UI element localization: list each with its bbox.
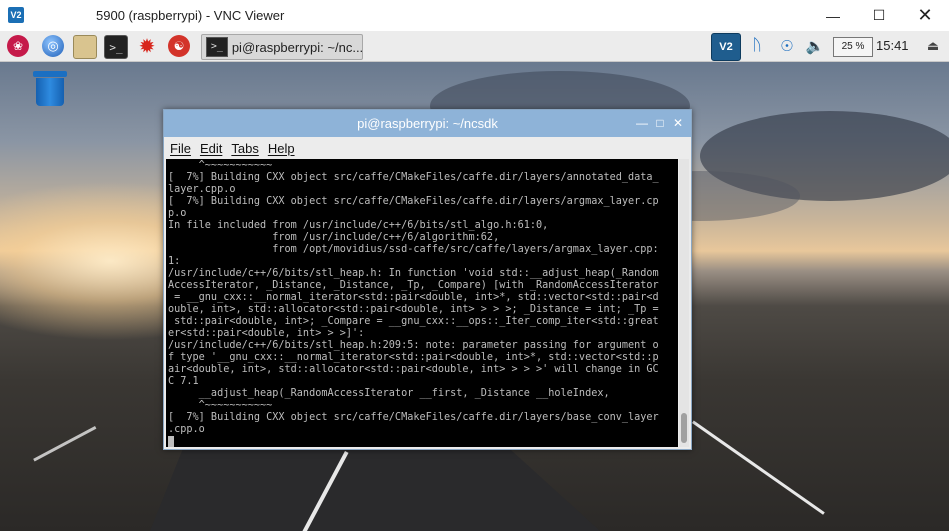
- terminal-line: .cpp.o: [168, 424, 205, 435]
- terminal-titlebar[interactable]: pi@raspberrypi: ~/ncsdk — □ ✕: [164, 110, 691, 137]
- close-icon[interactable]: ✕: [902, 0, 948, 31]
- taskbar: ❀ ◎ >_ ✹ ☯ >_ pi@raspberrypi: ~/nc... V2…: [0, 31, 949, 62]
- maximize-icon[interactable]: ☐: [856, 0, 902, 31]
- taskbar-task-terminal[interactable]: >_ pi@raspberrypi: ~/nc...: [201, 34, 363, 60]
- terminal-line: air<double, int>, std::allocator<std::pa…: [168, 364, 659, 375]
- wolfram-icon[interactable]: ☯: [168, 35, 190, 57]
- terminal-line: = __gnu_cxx::__normal_iterator<std::pair…: [168, 292, 659, 303]
- terminal-line: C 7.1: [168, 376, 199, 387]
- terminal-line: [ 7%] Building CXX object src/caffe/CMak…: [168, 412, 659, 423]
- terminal-line: /usr/include/c++/6/bits/stl_heap.h:209:5…: [168, 340, 659, 351]
- bluetooth-icon[interactable]: ᚢ: [746, 35, 768, 57]
- close-icon[interactable]: ✕: [670, 115, 686, 131]
- terminal-line: ^~~~~~~~~~~~: [168, 400, 273, 411]
- terminal-line: from /opt/movidius/ssd-caffe/src/caffe/l…: [168, 244, 659, 255]
- terminal-line: er<std::pair<double, int> > >]':: [168, 328, 365, 339]
- minimize-icon[interactable]: —: [634, 115, 650, 131]
- terminal-line: ^~~~~~~~~~~~: [168, 160, 273, 171]
- terminal-line: layer.cpp.o: [168, 184, 236, 195]
- terminal-menubar: File Edit Tabs Help: [164, 137, 691, 159]
- vnc-server-icon[interactable]: V2: [711, 33, 741, 61]
- menu-tabs[interactable]: Tabs: [231, 141, 258, 156]
- trash-icon[interactable]: [33, 71, 67, 107]
- terminal-line: std::pair<double, int>; _Compare = __gnu…: [168, 316, 659, 327]
- menu-edit[interactable]: Edit: [200, 141, 222, 156]
- terminal-title: pi@raspberrypi: ~/ncsdk: [357, 116, 498, 131]
- browser-globe-icon[interactable]: ◎: [42, 35, 64, 57]
- clock[interactable]: 15:41: [876, 38, 909, 53]
- terminal-line: In file included from /usr/include/c++/6…: [168, 220, 549, 231]
- minimize-icon[interactable]: —: [810, 0, 856, 31]
- vnc-titlebar[interactable]: V2 5900 (raspberrypi) - VNC Viewer — ☐ ✕: [0, 0, 949, 32]
- terminal-line: [ 7%] Building CXX object src/caffe/CMak…: [168, 172, 659, 183]
- terminal-line: __adjust_heap(_RandomAccessIterator __fi…: [168, 388, 610, 399]
- wifi-icon[interactable]: ☉: [776, 35, 798, 57]
- terminal-line: AccessIterator, _Distance, _Distance, _T…: [168, 280, 659, 291]
- file-manager-icon[interactable]: [73, 35, 97, 59]
- terminal-line: 1:: [168, 256, 181, 267]
- vnc-app-icon: V2: [8, 7, 24, 23]
- terminal-line: ouble, int>, std::allocator<std::pair<do…: [168, 304, 659, 315]
- terminal-line: [ 7%] Building CXX object src/caffe/CMak…: [168, 196, 659, 207]
- terminal-icon: >_: [206, 37, 228, 57]
- road-edge-line: [33, 426, 97, 462]
- terminal-line: p.o: [168, 208, 187, 219]
- window-title: 5900 (raspberrypi) - VNC Viewer: [96, 8, 285, 23]
- mathematica-icon[interactable]: ✹: [136, 35, 158, 58]
- volume-icon[interactable]: 🔈: [804, 35, 826, 57]
- terminal-line: f type '__gnu_cxx::__normal_iterator<std…: [168, 352, 659, 363]
- terminal-line: /usr/include/c++/6/bits/stl_heap.h: In f…: [168, 268, 659, 279]
- terminal-cursor-line: [168, 436, 676, 447]
- terminal-icon[interactable]: >_: [104, 35, 128, 59]
- menu-help[interactable]: Help: [268, 141, 295, 156]
- eject-icon[interactable]: ⏏: [922, 35, 944, 57]
- terminal-scrollbar[interactable]: [679, 159, 689, 447]
- raspberry-menu-icon[interactable]: ❀: [7, 35, 29, 57]
- taskbar-task-label: pi@raspberrypi: ~/nc...: [231, 39, 362, 55]
- road-edge-line: [692, 420, 825, 515]
- menu-file[interactable]: File: [170, 141, 191, 156]
- scrollbar-thumb[interactable]: [681, 413, 687, 443]
- terminal-lines: ^~~~~~~~~~~~[ 7%] Building CXX object sr…: [166, 159, 678, 447]
- maximize-icon[interactable]: □: [652, 115, 668, 131]
- terminal-window[interactable]: pi@raspberrypi: ~/ncsdk — □ ✕ File Edit …: [163, 109, 692, 450]
- cpu-monitor[interactable]: 25 %: [833, 37, 873, 57]
- terminal-cursor: [168, 436, 174, 447]
- terminal-line: from /usr/include/c++/6/algorithm:62,: [168, 232, 500, 243]
- terminal-output[interactable]: ^~~~~~~~~~~~[ 7%] Building CXX object sr…: [166, 159, 678, 447]
